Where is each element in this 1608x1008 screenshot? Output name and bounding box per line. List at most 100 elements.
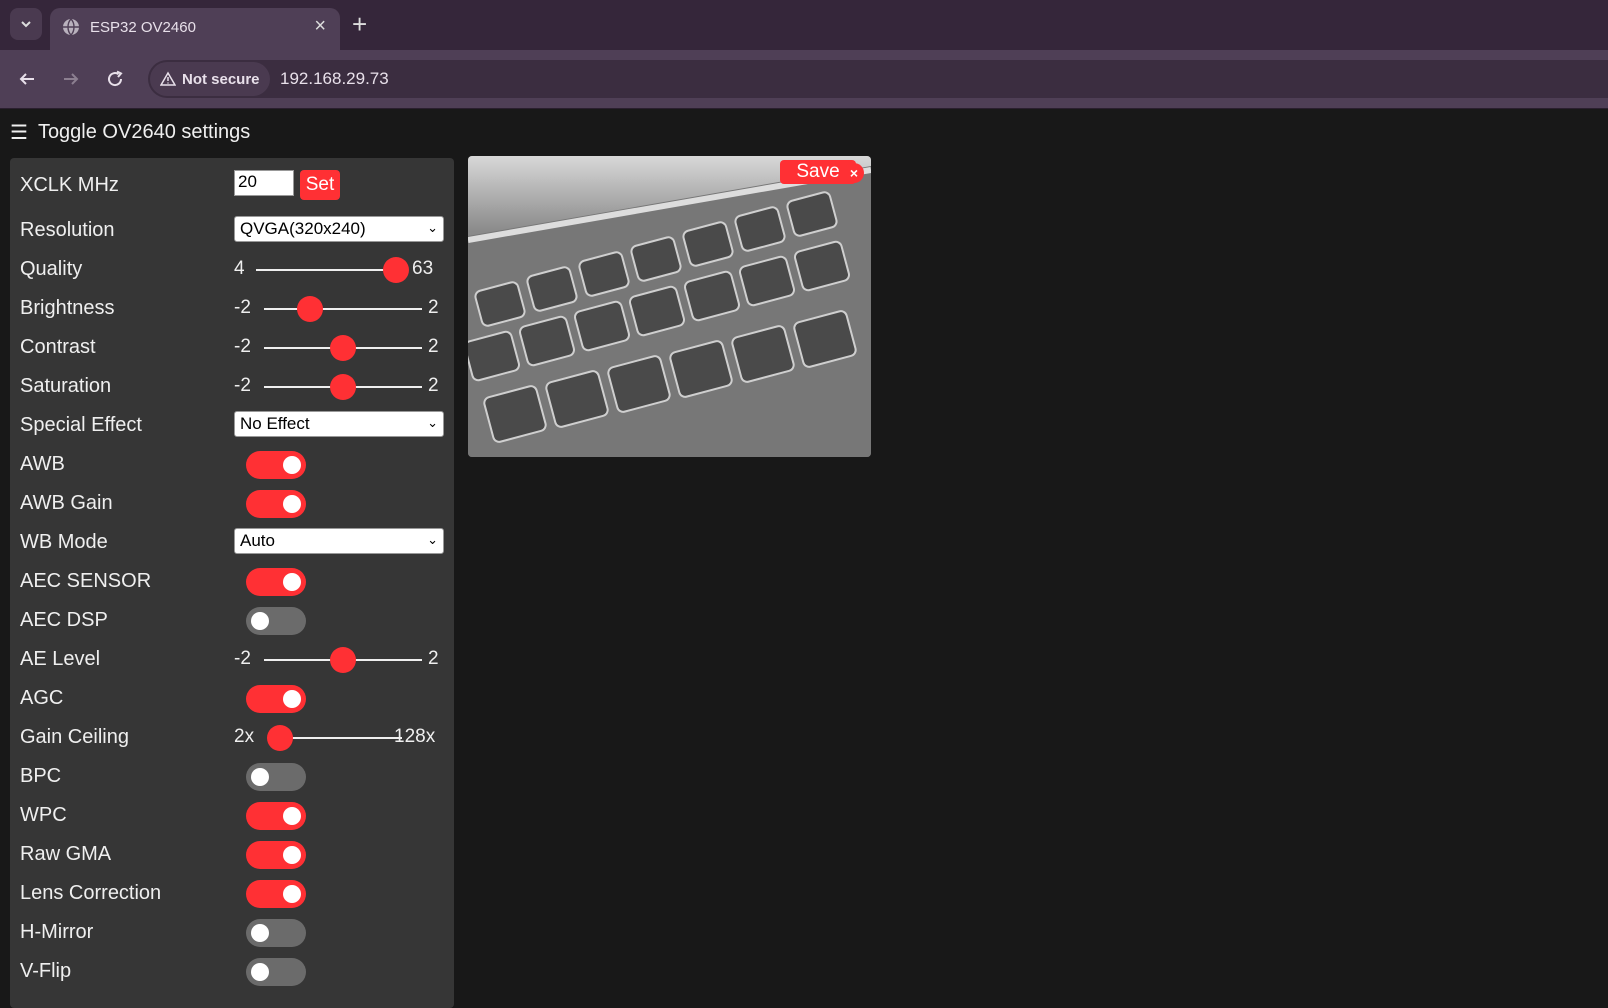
resolution-row: Resolution QVGA(320x240) ⌄ [10,213,454,249]
gain-ceiling-thumb[interactable] [267,725,293,751]
gain-ceiling-row: Gain Ceiling 2x 128x [10,720,454,756]
bpc-row: BPC [10,759,454,795]
ae-level-thumb[interactable] [330,647,356,673]
contrast-min: -2 [234,336,251,357]
saturation-label: Saturation [20,375,112,397]
gain-ceiling-label: Gain Ceiling [20,726,129,748]
tab-title: ESP32 OV2460 [90,19,196,36]
address-bar[interactable]: Not secure 192.168.29.73 [148,60,1608,98]
contrast-max: 2 [428,336,439,357]
toggle-knob [251,924,269,942]
url-text[interactable]: 192.168.29.73 [280,69,389,89]
agc-row: AGC [10,681,454,717]
brightness-label: Brightness [20,297,115,319]
h-mirror-toggle[interactable] [246,919,306,947]
arrow-right-icon [64,73,79,85]
raw-gma-label: Raw GMA [20,843,112,865]
back-button[interactable] [12,64,42,94]
wpc-toggle[interactable] [246,802,306,830]
gain-ceiling-max: 128x [394,726,436,747]
toggle-knob [283,690,301,708]
lens-correction-row: Lens Correction [10,876,454,912]
toggle-knob [283,846,301,864]
contrast-thumb[interactable] [330,335,356,361]
toggle-knob [251,768,269,786]
ae-level-label: AE Level [20,648,101,670]
toggle-knob [283,573,301,591]
brightness-thumb[interactable] [297,296,323,322]
awb-gain-toggle[interactable] [246,490,306,518]
xclk-set-button[interactable]: Set [300,170,340,200]
xclk-input[interactable]: 20 [234,170,294,196]
hamburger-icon[interactable]: ☰ [10,120,28,145]
quality-label: Quality [20,258,83,280]
awb-gain-row: AWB Gain [10,486,454,522]
toggle-knob [283,807,301,825]
special-effect-row: Special Effect No Effect ⌄ [10,408,454,444]
aec-dsp-label: AEC DSP [20,609,108,631]
wb-mode-row: WB Mode Auto ⌄ [10,525,454,561]
brightness-min: -2 [234,297,251,318]
aec-sensor-toggle[interactable] [246,568,306,596]
forward-button[interactable] [56,64,86,94]
lens-correction-toggle[interactable] [246,880,306,908]
wb-mode-value: Auto [240,531,275,550]
close-stream-icon[interactable]: × [844,163,864,183]
settings-toggle-label[interactable]: Toggle OV2640 settings [38,121,250,144]
toggle-knob [251,963,269,981]
contrast-row: Contrast -2 2 [10,330,454,366]
aec-dsp-toggle[interactable] [246,607,306,635]
stream-frame [468,156,871,457]
contrast-label: Contrast [20,336,96,358]
xclk-label: XCLK MHz [20,174,119,196]
chevron-down-icon: ⌄ [427,532,438,547]
v-flip-label: V-Flip [20,960,72,982]
toggle-knob [251,612,269,630]
special-effect-select[interactable]: No Effect ⌄ [234,411,444,437]
saturation-min: -2 [234,375,251,396]
quality-min: 4 [234,258,245,279]
settings-panel: XCLK MHz 20 Set Resolution QVGA(320x240)… [10,158,454,1008]
agc-toggle[interactable] [246,685,306,713]
arrow-left-icon [19,73,34,85]
resolution-label: Resolution [20,219,115,241]
ae-level-max: 2 [428,648,439,669]
resolution-select[interactable]: QVGA(320x240) ⌄ [234,216,444,242]
wb-mode-select[interactable]: Auto ⌄ [234,528,444,554]
raw-gma-row: Raw GMA [10,837,454,873]
awb-gain-label: AWB Gain [20,492,113,514]
active-tab[interactable]: ESP32 OV2460 × [50,8,340,50]
reload-icon [108,70,123,87]
security-chip[interactable]: Not secure [150,62,270,96]
aec-dsp-row: AEC DSP [10,603,454,639]
wpc-row: WPC [10,798,454,834]
chevron-down-icon: ⌄ [427,220,438,235]
agc-label: AGC [20,687,64,709]
awb-toggle[interactable] [246,451,306,479]
resolution-value: QVGA(320x240) [240,219,366,238]
tab-search-button[interactable] [10,8,42,40]
special-effect-value: No Effect [240,414,310,433]
quality-max: 63 [412,258,434,279]
brightness-row: Brightness -2 2 [10,291,454,327]
brightness-track[interactable] [264,308,422,310]
awb-label: AWB [20,453,65,475]
chevron-down-icon: ⌄ [427,415,438,430]
ae-level-row: AE Level -2 2 [10,642,454,678]
saturation-thumb[interactable] [330,374,356,400]
v-flip-row: V-Flip [10,954,454,990]
toggle-knob [283,456,301,474]
ae-level-min: -2 [234,648,251,669]
saturation-row: Saturation -2 2 [10,369,454,405]
raw-gma-toggle[interactable] [246,841,306,869]
v-flip-toggle[interactable] [246,958,306,986]
globe-icon [63,18,79,36]
quality-thumb[interactable] [383,257,409,283]
settings-toggle[interactable]: ☰ Toggle OV2640 settings [10,120,250,145]
camera-stream [468,156,871,457]
new-tab-icon[interactable]: + [352,10,367,38]
reload-button[interactable] [100,64,130,94]
awb-row: AWB [10,447,454,483]
bpc-toggle[interactable] [246,763,306,791]
tab-close-icon[interactable]: × [314,16,326,36]
